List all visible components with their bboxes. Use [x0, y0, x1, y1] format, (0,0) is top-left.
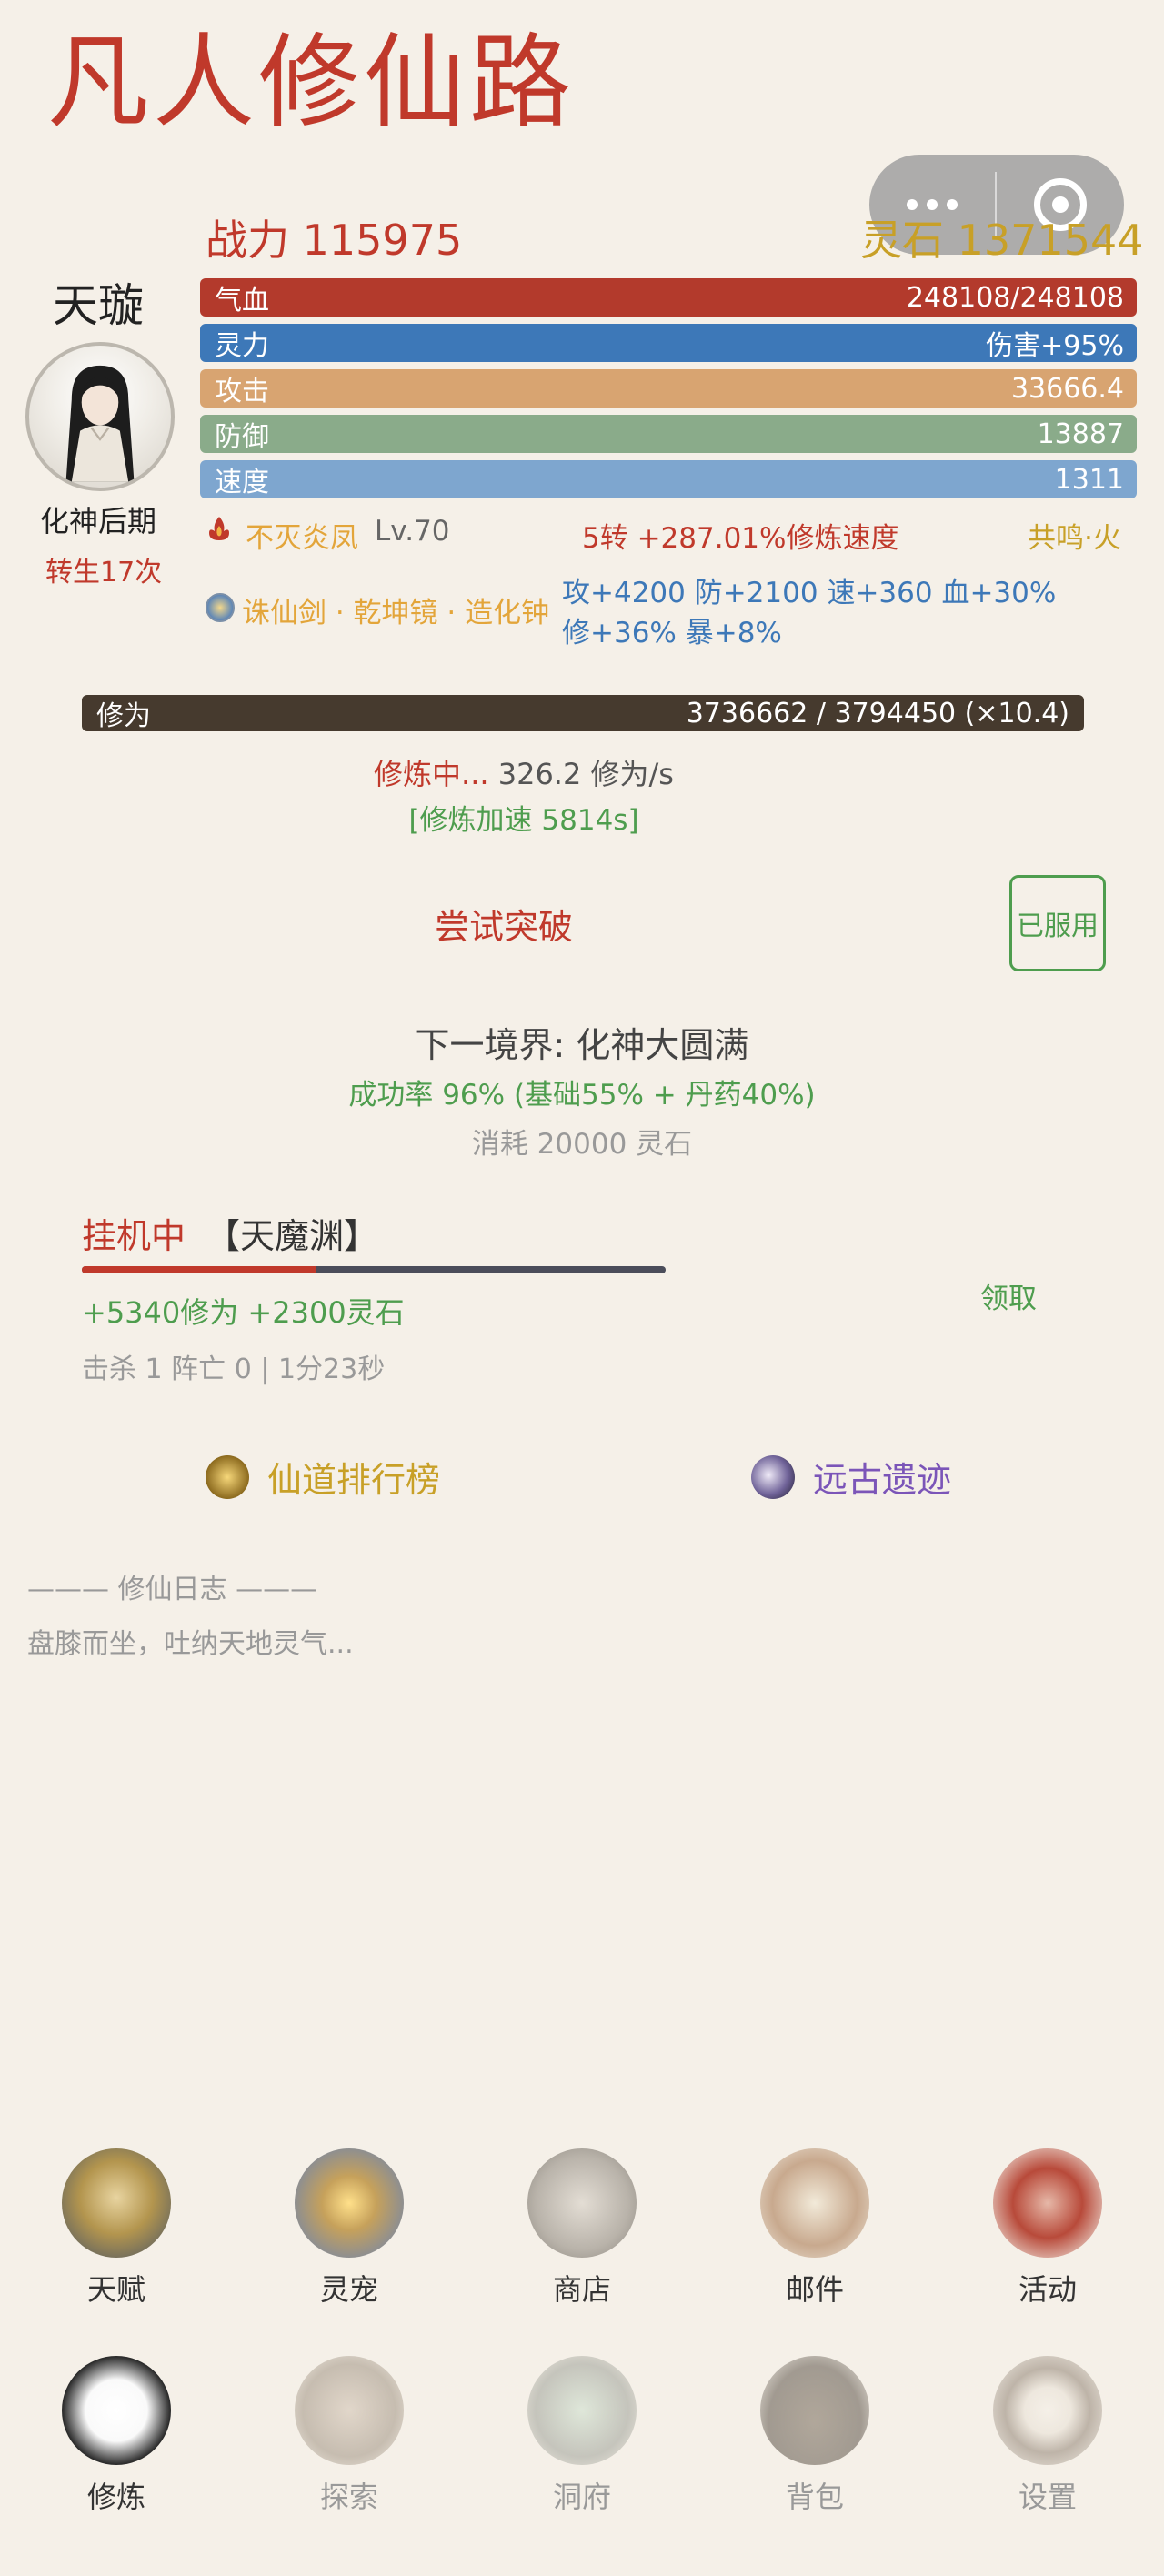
realm-label: 化神后期	[40, 504, 157, 538]
cultivation-status: 修炼中... 326.2 修为/s	[0, 751, 1048, 793]
spirit-pet-icon	[295, 2148, 404, 2258]
skill-level: Lv.70	[375, 515, 450, 548]
nav-event[interactable]: 活动	[970, 2148, 1125, 2309]
rebirth-count: 转生17次	[45, 557, 163, 589]
settings-icon	[993, 2356, 1102, 2465]
mana-bar: 灵力 伤害+95%	[200, 324, 1137, 362]
nav-label: 背包	[785, 2480, 844, 2514]
cultivation-bar: 修为 3736662 / 3794450 (×10.4)	[82, 695, 1084, 732]
nav-label: 修炼	[86, 2480, 146, 2514]
dragon-ruins-icon	[751, 1454, 795, 1499]
nav-label: 设置	[1018, 2480, 1077, 2514]
cultivation-boost: [修炼加速 5814s]	[408, 804, 639, 837]
idle-progress-fill	[82, 1266, 316, 1273]
nav-pet[interactable]: 灵宠	[272, 2148, 426, 2309]
event-icon	[993, 2148, 1102, 2258]
idle-gains: +5340修为 +2300灵石	[82, 1295, 405, 1330]
ranking-link[interactable]: 仙道排行榜	[206, 1452, 440, 1502]
explore-icon	[295, 2356, 404, 2465]
nav-talent[interactable]: 天赋	[39, 2148, 194, 2309]
nav-settings[interactable]: 设置	[970, 2356, 1125, 2516]
cultivate-icon	[62, 2356, 171, 2465]
success-rate: 成功率 96% (基础55% + 丹药40%)	[348, 1079, 816, 1112]
nav-mail[interactable]: 邮件	[738, 2148, 892, 2309]
portrait-icon	[65, 365, 135, 482]
log-title: ——— 修仙日志 ———	[27, 1574, 318, 1605]
attack-bar: 攻击 33666.4	[200, 369, 1137, 408]
nav-label: 洞府	[552, 2480, 611, 2514]
hp-value: 248108/248108	[906, 281, 1124, 314]
claim-button[interactable]: 领取	[980, 1275, 1037, 1316]
nav-explore[interactable]: 探索	[272, 2356, 426, 2516]
cultivation-status-prefix: 修炼中...	[374, 757, 489, 791]
idle-progress-bar	[82, 1266, 666, 1273]
idle-status-label: 挂机中	[82, 1216, 186, 1256]
speed-bar: 速度 1311	[200, 460, 1137, 498]
app-title: 凡人修仙路	[47, 24, 575, 142]
nav-label: 活动	[1018, 2272, 1077, 2307]
ranking-label: 仙道排行榜	[267, 1460, 441, 1500]
cultivation-value: 3736662 / 3794450 (×10.4)	[686, 697, 1069, 730]
combat-power: 战力 115975	[206, 216, 463, 265]
defense-bar: 防御 13887	[200, 415, 1137, 453]
log-entry: 盘膝而坐，吐纳天地灵气...	[27, 1628, 354, 1660]
shop-icon	[527, 2148, 637, 2258]
nav-label: 商店	[552, 2272, 611, 2307]
resonance-label: 共鸣·火	[1028, 522, 1121, 555]
nav-label: 邮件	[785, 2272, 844, 2307]
next-realm: 下一境界: 化神大圆满	[415, 1025, 749, 1065]
mana-value: 伤害+95%	[986, 330, 1124, 362]
idle-location[interactable]: 【天魔渊】	[206, 1208, 378, 1258]
equipment-set[interactable]: 诛仙剑 · 乾坤镜 · 造化钟	[242, 589, 549, 630]
cultivation-label: 修为	[96, 700, 151, 732]
nav-label: 灵宠	[319, 2272, 378, 2307]
hp-label: 气血	[215, 285, 269, 317]
equipment-bonus-line-1: 攻+4200 防+2100 速+360 血+30%	[562, 577, 1057, 609]
attack-label: 攻击	[215, 376, 269, 408]
pill-used-button[interactable]: 已服用	[1009, 875, 1106, 971]
equipment-bonus-line-2: 修+36% 暴+8%	[562, 617, 782, 649]
cave-icon	[527, 2356, 637, 2465]
defense-value: 13887	[1037, 418, 1124, 450]
ruins-label: 远古遗迹	[813, 1460, 952, 1500]
rebirth-bonus: 5转 +287.01%修炼速度	[582, 522, 899, 555]
breakthrough-cost: 消耗 20000 灵石	[471, 1128, 693, 1161]
phoenix-flame-icon	[209, 517, 229, 540]
character-name: 天璇	[53, 279, 144, 332]
speed-label: 速度	[215, 467, 269, 498]
nav-cultivate[interactable]: 修炼	[39, 2356, 194, 2516]
treasure-orb-icon	[206, 593, 235, 622]
nav-bag[interactable]: 背包	[738, 2356, 892, 2516]
skill-name[interactable]: 不灭炎凤	[246, 515, 358, 556]
speed-value: 1311	[1054, 463, 1124, 496]
mail-icon	[760, 2148, 869, 2258]
ruins-link[interactable]: 远古遗迹	[751, 1452, 951, 1502]
idle-stats: 击杀 1 阵亡 0 | 1分23秒	[82, 1353, 386, 1385]
ranking-icon	[206, 1454, 249, 1499]
avatar[interactable]	[25, 342, 175, 491]
nav-cave[interactable]: 洞府	[505, 2356, 659, 2516]
breakthrough-button[interactable]: 尝试突破	[435, 899, 573, 949]
attack-value: 33666.4	[1010, 372, 1124, 405]
mana-label: 灵力	[215, 330, 269, 362]
defense-label: 防御	[215, 421, 269, 453]
nav-label: 天赋	[86, 2272, 146, 2307]
nav-shop[interactable]: 商店	[505, 2148, 659, 2309]
bag-icon	[760, 2356, 869, 2465]
nav-label: 探索	[319, 2480, 378, 2514]
talent-tree-icon	[62, 2148, 171, 2258]
spirit-stones: 灵石 1371544	[860, 216, 1144, 265]
cultivation-rate: 326.2 修为/s	[497, 757, 674, 791]
hp-bar: 气血 248108/248108	[200, 278, 1137, 317]
